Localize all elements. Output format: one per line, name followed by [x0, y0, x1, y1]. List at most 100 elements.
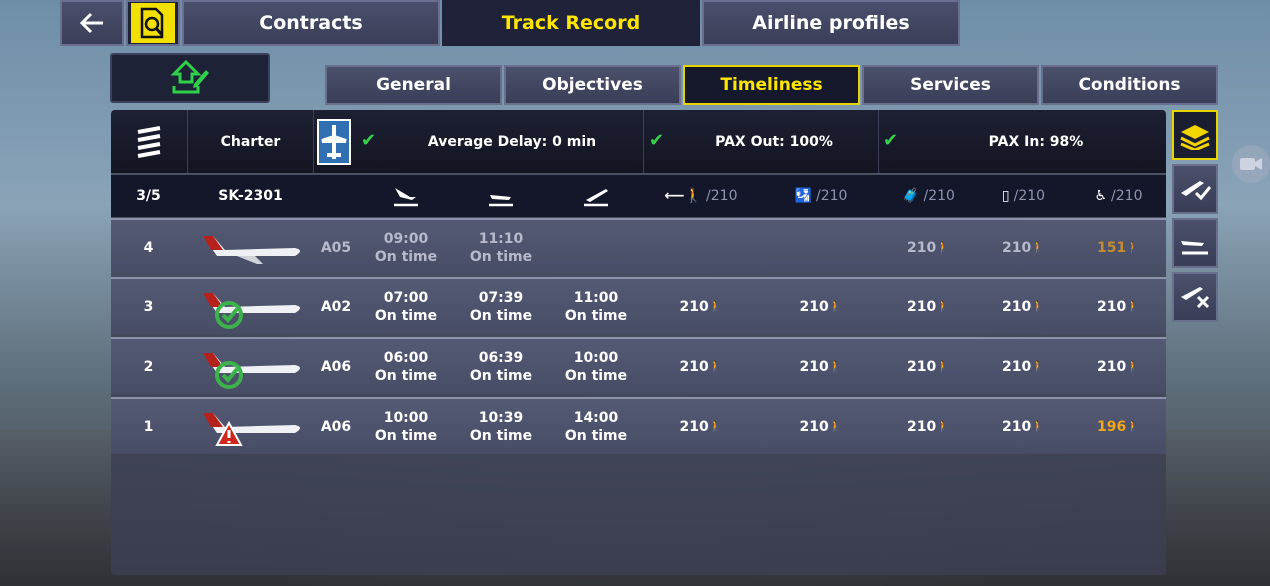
filter-arriving-flights-button[interactable]: [1172, 218, 1218, 268]
divider: [643, 110, 644, 173]
row-number: 4: [143, 239, 154, 256]
seated-count: 210: [1071, 339, 1166, 394]
camera-icon: [1240, 158, 1262, 170]
baggage-count: 210: [881, 220, 976, 275]
contract-type: Charter: [220, 133, 281, 150]
baggage-column: 🧳/210: [902, 188, 955, 204]
seated-count: 210: [1071, 279, 1166, 334]
time-status: On time: [374, 248, 438, 265]
stand: A02: [320, 298, 352, 315]
security-count: 210: [976, 339, 1071, 394]
subtab-timeliness[interactable]: Timeliness: [683, 65, 860, 105]
time-status: On time: [469, 427, 533, 444]
landing-time: 06:39 On time: [456, 339, 546, 394]
back-arrow-icon: [79, 12, 103, 34]
time-status: On time: [469, 307, 533, 324]
pax-out-icon: ⟵🚶: [664, 188, 703, 204]
time-status: On time: [564, 367, 628, 384]
security-count: 210: [976, 279, 1071, 334]
track-record-search-icon: [140, 7, 164, 39]
table-row[interactable]: 3 A02 07:00 On time 07:39 On time 11:00 On …: [111, 277, 1166, 334]
row-number: 2: [143, 358, 154, 375]
landing-time: 11:10 On time: [456, 220, 546, 275]
table-row[interactable]: 1 A06 10:00 On time 10:39 On time 14:00 On …: [111, 397, 1166, 454]
arrival-icon: [394, 188, 418, 207]
filter-completed-flights-button[interactable]: [1172, 164, 1218, 214]
pax-out-count: 210: [641, 399, 761, 454]
security-count: 210: [976, 220, 1071, 275]
checkin-count: 210: [761, 399, 881, 454]
time-value: 11:00: [573, 289, 619, 306]
cancelled-flights-icon: [1181, 287, 1210, 309]
back-button[interactable]: [60, 0, 124, 46]
summary-header: Charter ✔ Average Delay: 0 min ✔ PAX Out…: [111, 110, 1166, 173]
time-status: On time: [374, 367, 438, 384]
seat-icon: ♿: [1094, 188, 1108, 204]
time-value: 06:00: [383, 349, 429, 366]
baggage-icon: 🧳: [902, 188, 920, 204]
security-column: ▯/210: [1001, 188, 1046, 204]
avg-delay-check-icon: ✔: [361, 130, 377, 151]
track-record-icon-button[interactable]: [126, 0, 180, 46]
filter-cancelled-flights-button[interactable]: [1172, 272, 1218, 322]
row-number: 1: [143, 418, 154, 435]
time-value: 09:00: [383, 230, 429, 247]
time-value: 10:00: [573, 349, 619, 366]
subtab-objectives[interactable]: Objectives: [504, 65, 681, 105]
tab-airline-profiles[interactable]: Airline profiles: [702, 0, 960, 46]
security-count: 210: [976, 399, 1071, 454]
time-status: On time: [564, 307, 628, 324]
time-value: 11:10: [478, 230, 524, 247]
pax-in-check-icon: ✔: [883, 130, 899, 151]
landing-icon: [489, 195, 513, 207]
divider: [878, 110, 879, 173]
checkin-icon: 🛂: [794, 188, 812, 204]
sub-tabs: General Objectives Timeliness Services C…: [325, 65, 1218, 105]
charter-badge: [317, 110, 351, 173]
arrival-column: [361, 175, 451, 217]
takeoff-icon: [584, 189, 608, 207]
plane-thumbnail: [194, 339, 309, 394]
takeoff-time: 10:00 On time: [551, 339, 641, 394]
pax-in-summary: PAX In: 98%: [988, 133, 1084, 150]
publish-button[interactable]: [110, 53, 270, 103]
filter-all-flights-button[interactable]: [1172, 110, 1218, 160]
pax-out-column: ⟵🚶/210: [664, 188, 738, 204]
security-icon: ▯: [1001, 188, 1010, 204]
checkin-count: 210: [761, 279, 881, 334]
time-value: 14:00: [573, 409, 619, 426]
pax-out-count: 210: [641, 279, 761, 334]
seat-column: ♿/210: [1094, 188, 1143, 204]
table-row[interactable]: 2 A06 06:00 On time 06:39 On time 10:00 On …: [111, 337, 1166, 394]
arrival-time: 09:00 On time: [361, 220, 451, 275]
all-flights-icon: [1180, 125, 1210, 150]
tab-contracts[interactable]: Contracts: [182, 0, 440, 46]
time-status: On time: [564, 427, 628, 444]
arrival-time: 10:00 On time: [361, 399, 451, 454]
plane-icon: [202, 235, 300, 264]
arriving-flights-icon: [1181, 241, 1208, 255]
landing-column: [456, 175, 546, 217]
tab-track-record[interactable]: Track Record: [442, 0, 700, 46]
baggage-count: 210: [881, 279, 976, 334]
completed-flights-icon: [1181, 181, 1212, 201]
stand: A06: [320, 418, 352, 435]
camera-button[interactable]: [1232, 145, 1270, 183]
landing-time: 07:39 On time: [456, 279, 546, 334]
airline-logo: [111, 110, 186, 173]
divider: [313, 110, 314, 173]
time-status: On time: [469, 248, 533, 265]
arrival-time: 07:00 On time: [361, 279, 451, 334]
landing-time: 10:39 On time: [456, 399, 546, 454]
flight-number: SK-2301: [218, 188, 283, 204]
seated-count: 151: [1071, 220, 1166, 275]
table-row[interactable]: 4 A05 09:00On time 11:10On time 210 210 …: [111, 218, 1166, 275]
takeoff-time: 14:00 On time: [551, 399, 641, 454]
subtab-conditions[interactable]: Conditions: [1041, 65, 1218, 105]
plane-thumbnail: [194, 220, 309, 275]
plane-completed-icon: [202, 292, 300, 329]
subtab-general[interactable]: General: [325, 65, 502, 105]
time-value: 07:00: [383, 289, 429, 306]
subtab-services[interactable]: Services: [862, 65, 1039, 105]
plane-completed-icon: [202, 352, 300, 389]
